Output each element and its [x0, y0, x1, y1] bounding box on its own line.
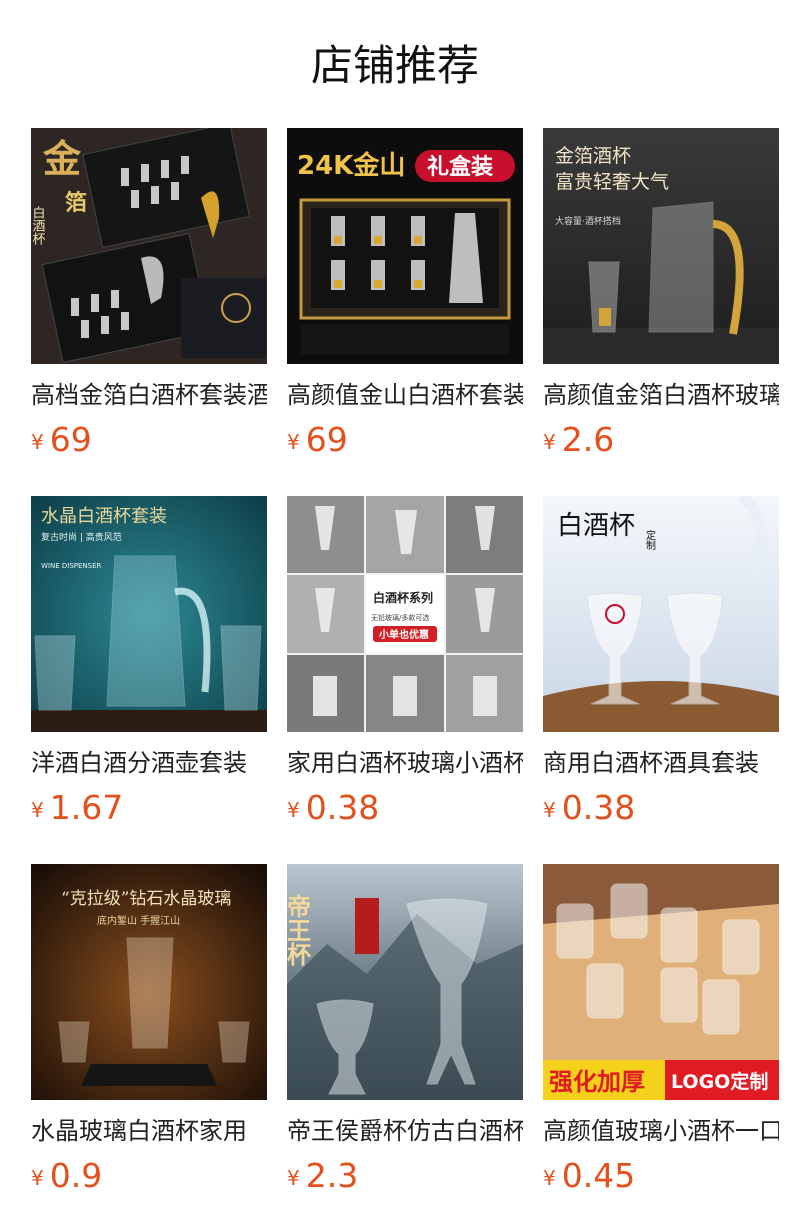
product-price: ¥69	[287, 422, 523, 464]
product-image[interactable]: 金 箔 白酒杯	[31, 128, 267, 364]
product-price: ¥2.3	[287, 1158, 523, 1200]
product-price: ¥0.45	[543, 1158, 779, 1200]
product-card[interactable]: 帝王杯 帝王侯爵杯仿古白酒杯 ¥2.3	[287, 864, 523, 1200]
currency-symbol: ¥	[543, 430, 556, 454]
product-card[interactable]: 水晶白酒杯套装 复古时尚 | 高贵风范 WINE DISPENSER 洋酒白酒分…	[31, 496, 267, 832]
currency-symbol: ¥	[287, 1166, 300, 1190]
currency-symbol: ¥	[287, 430, 300, 454]
image-caption: 24K金山	[297, 150, 405, 181]
price-value: 0.9	[49, 1156, 103, 1195]
svg-text:小单也优惠: 小单也优惠	[378, 628, 429, 641]
product-image[interactable]: 强化加厚 LOGO定制	[543, 864, 779, 1100]
price-value: 0.38	[561, 788, 636, 827]
product-image[interactable]: 白酒杯系列 无铅玻璃/多款可选 小单也优惠	[287, 496, 523, 732]
product-name[interactable]: 高颜值金山白酒杯套装	[287, 380, 523, 410]
price-value: 1.67	[49, 788, 124, 827]
currency-symbol: ¥	[287, 798, 300, 822]
price-value: 0.45	[561, 1156, 636, 1195]
image-caption: 强化加厚	[549, 1068, 645, 1096]
product-image[interactable]: 白酒杯 定制	[543, 496, 779, 732]
product-card[interactable]: 24K金山 礼盒装 高颜值金山白酒杯套装 ¥69	[287, 128, 523, 464]
product-card[interactable]: 白酒杯 定制 商用白酒杯酒具套装 ¥0.38	[543, 496, 779, 832]
image-caption: 帝王杯	[287, 893, 312, 966]
currency-symbol: ¥	[543, 798, 556, 822]
image-caption: “克拉级”钻石水晶玻璃	[61, 889, 231, 909]
product-card[interactable]: 白酒杯系列 无铅玻璃/多款可选 小单也优惠 家用白酒杯玻璃小酒杯 ¥0.38	[287, 496, 523, 832]
currency-symbol: ¥	[31, 1166, 44, 1190]
product-name[interactable]: 洋酒白酒分酒壶套装	[31, 748, 267, 778]
image-caption: 金箔酒杯	[555, 145, 631, 167]
image-caption: 金	[42, 136, 82, 181]
product-card[interactable]: 金 箔 白酒杯 高档金箔白酒杯套装酒具 ¥69	[31, 128, 267, 464]
svg-text:白酒杯: 白酒杯	[31, 205, 45, 245]
product-image[interactable]: 24K金山 礼盒装	[287, 128, 523, 364]
image-caption: 白酒杯	[557, 511, 635, 541]
product-name[interactable]: 高档金箔白酒杯套装酒具	[31, 380, 267, 410]
svg-text:无铅玻璃/多款可选: 无铅玻璃/多款可选	[371, 613, 429, 622]
product-price: ¥69	[31, 422, 267, 464]
product-price: ¥1.67	[31, 790, 267, 832]
svg-text:富贵轻奢大气: 富贵轻奢大气	[555, 171, 669, 193]
svg-text:礼盒装: 礼盒装	[427, 154, 493, 180]
svg-text:LOGO定制: LOGO定制	[671, 1070, 768, 1093]
product-card[interactable]: 强化加厚 LOGO定制 高颜值玻璃小酒杯一口杯 ¥0.45	[543, 864, 779, 1200]
product-image[interactable]: “克拉级”钻石水晶玻璃 底内錾山 手握江山	[31, 864, 267, 1100]
price-value: 69	[305, 420, 348, 459]
product-image[interactable]: 金箔酒杯 富贵轻奢大气 大容量·酒杯搭档	[543, 128, 779, 364]
svg-text:定制: 定制	[644, 529, 656, 550]
currency-symbol: ¥	[31, 430, 44, 454]
image-caption: 白酒杯系列	[373, 590, 433, 605]
product-name[interactable]: 水晶玻璃白酒杯家用	[31, 1116, 267, 1146]
product-price: ¥0.38	[543, 790, 779, 832]
svg-text:大容量·酒杯搭档: 大容量·酒杯搭档	[555, 215, 621, 227]
svg-text:底内錾山 手握江山: 底内錾山 手握江山	[97, 914, 180, 927]
product-name[interactable]: 高颜值玻璃小酒杯一口杯	[543, 1116, 779, 1146]
price-value: 2.3	[305, 1156, 359, 1195]
currency-symbol: ¥	[31, 798, 44, 822]
product-card[interactable]: “克拉级”钻石水晶玻璃 底内錾山 手握江山 水晶玻璃白酒杯家用 ¥0.9	[31, 864, 267, 1200]
image-caption: 水晶白酒杯套装	[41, 506, 167, 527]
price-value: 69	[49, 420, 92, 459]
svg-text:复古时尚 | 高贵风范: 复古时尚 | 高贵风范	[41, 531, 122, 543]
product-name[interactable]: 家用白酒杯玻璃小酒杯	[287, 748, 523, 778]
currency-symbol: ¥	[543, 1166, 556, 1190]
product-price: ¥2.6	[543, 422, 779, 464]
product-image[interactable]: 水晶白酒杯套装 复古时尚 | 高贵风范 WINE DISPENSER	[31, 496, 267, 732]
product-price: ¥0.38	[287, 790, 523, 832]
section-title: 店铺推荐	[310, 41, 479, 90]
product-image[interactable]: 帝王杯	[287, 864, 523, 1100]
product-price: ¥0.9	[31, 1158, 267, 1200]
price-value: 0.38	[305, 788, 380, 827]
product-card[interactable]: 金箔酒杯 富贵轻奢大气 大容量·酒杯搭档 高颜值金箔白酒杯玻璃 ¥2.6	[543, 128, 779, 464]
product-name[interactable]: 高颜值金箔白酒杯玻璃	[543, 380, 779, 410]
svg-text:箔: 箔	[65, 190, 87, 216]
price-value: 2.6	[561, 420, 615, 459]
svg-text:WINE DISPENSER: WINE DISPENSER	[41, 562, 102, 570]
product-name[interactable]: 帝王侯爵杯仿古白酒杯	[287, 1116, 523, 1146]
product-name[interactable]: 商用白酒杯酒具套装	[543, 748, 779, 778]
